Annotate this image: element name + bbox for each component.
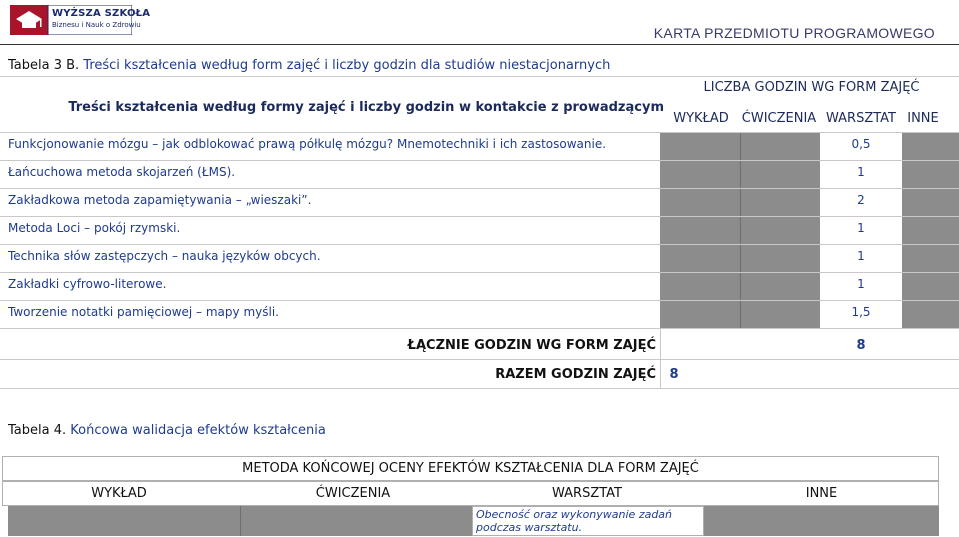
table3-wyklad-shade — [660, 132, 740, 328]
table3-caption: Tabela 3 B. Treści kształcenia według fo… — [8, 58, 610, 73]
table4-caption-prefix: Tabela 4. — [8, 423, 67, 438]
table4-shade-divider — [240, 506, 241, 536]
table4-shade-right — [704, 506, 939, 536]
total-label: ŁĄCZNIE GODZIN WG FORM ZAJĘĆ — [407, 338, 656, 353]
table3-inne-shade — [902, 132, 959, 328]
row-hours: 1,5 — [851, 305, 871, 319]
table3-col-wyklad: WYKŁAD — [673, 111, 729, 126]
header-rule — [0, 44, 959, 45]
row-rule — [0, 388, 959, 389]
row-hours: 1 — [857, 277, 865, 291]
table4-warsztat-note: Obecność oraz wykonywanie zadań podczas … — [476, 508, 673, 534]
table4-caption-text: Końcowa walidacja efektów kształcenia — [66, 423, 326, 438]
row-rule — [0, 359, 959, 360]
row-hours: 1 — [857, 221, 865, 235]
table-row: Łańcuchowa metoda skojarzeń (ŁMS). — [8, 165, 236, 179]
table3-col-inne: INNE — [907, 111, 939, 126]
logo-line1: WYŻSZA SZKOŁA — [52, 8, 151, 19]
row-rule — [0, 300, 959, 301]
table3-caption-text: Treści kształcenia według form zajęć i l… — [79, 58, 611, 73]
table3-col-warsztat: WARSZTAT — [826, 111, 896, 126]
table4-caption: Tabela 4. Końcowa walidacja efektów kszt… — [8, 423, 326, 438]
table4-title: METODA KOŃCOWEJ OCENY EFEKTÓW KSZTAŁCENI… — [242, 461, 699, 476]
table3-shade-divider — [740, 132, 741, 328]
total-divider — [660, 329, 661, 359]
table-row: Metoda Loci – pokój rzymski. — [8, 221, 181, 235]
row-rule — [0, 188, 959, 189]
row-rule — [0, 328, 959, 329]
table-row: Zakładki cyfrowo-literowe. — [8, 277, 167, 291]
table3-col-cwiczenia: ĆWICZENIA — [741, 111, 817, 126]
document-title: KARTA PRZEDMIOTU PROGRAMOWEGO — [653, 25, 935, 41]
total-value: 8 — [856, 338, 866, 353]
grand-total-value: 8 — [669, 367, 679, 382]
table-row: Funkcjonowanie mózgu – jak odblokować pr… — [8, 137, 607, 151]
grand-total-label: RAZEM GODZIN ZAJĘĆ — [495, 367, 656, 382]
row-hours: 2 — [857, 193, 865, 207]
row-rule — [0, 216, 959, 217]
row-rule — [0, 244, 959, 245]
table3-cwiczenia-shade — [740, 132, 820, 328]
row-rule — [0, 160, 959, 161]
table-row: Tworzenie notatki pamięciowej – mapy myś… — [8, 305, 279, 319]
table4-col-warsztat: WARSZTAT — [552, 486, 622, 501]
row-hours: 1 — [857, 249, 865, 263]
table4-col-inne: INNE — [805, 486, 838, 501]
table3-content-header: Treści kształcenia według formy zajęć i … — [68, 100, 664, 115]
table-row: Zakładkowa metoda zapamiętywania – „wies… — [8, 193, 312, 207]
row-hours: 1 — [857, 165, 865, 179]
grand-total-divider — [660, 360, 661, 388]
row-rule — [0, 132, 959, 133]
table3-caption-prefix: Tabela 3 B. — [8, 58, 80, 73]
table4-col-cwiczenia: ĆWICZENIA — [315, 486, 391, 501]
table3-hours-header: LICZBA GODZIN WG FORM ZAJĘĆ — [703, 80, 920, 95]
row-rule — [0, 272, 959, 273]
logo-line2: Biznesu i Nauk o Zdrowiu — [52, 21, 141, 29]
table4-col-wyklad: WYKŁAD — [91, 486, 147, 501]
table3-top-rule — [0, 76, 959, 77]
row-hours: 0,5 — [851, 137, 871, 151]
table-row: Technika słów zastępczych – nauka językó… — [8, 249, 321, 263]
